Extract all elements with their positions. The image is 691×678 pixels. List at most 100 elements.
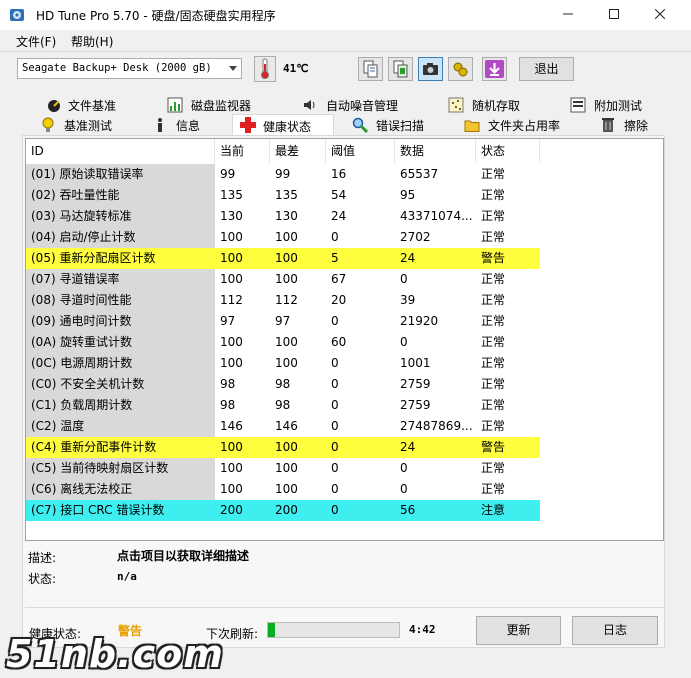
cell-status: 正常 xyxy=(481,230,506,244)
cell-current: 135 xyxy=(220,188,243,202)
table-row[interactable]: (C1) 负载周期计数 98 98 0 2759 正常 xyxy=(26,395,540,416)
cell-data: 39 xyxy=(400,293,416,307)
exit-button[interactable]: 退出 xyxy=(519,57,574,81)
cell-data: 0 xyxy=(400,461,408,475)
tab-extra-tests[interactable]: 附加测试 xyxy=(570,95,660,115)
column-header-id[interactable]: ID xyxy=(26,139,215,163)
options-button[interactable] xyxy=(448,57,473,81)
tab-random-access[interactable]: 随机存取 xyxy=(448,95,548,115)
tab-health[interactable]: 健康状态 xyxy=(232,114,334,136)
close-button[interactable] xyxy=(637,0,683,30)
menu-help[interactable]: 帮助(H) xyxy=(71,33,113,50)
cell-status: 正常 xyxy=(481,377,506,391)
cell-threshold: 67 xyxy=(331,272,347,286)
cell-worst: 100 xyxy=(275,482,298,496)
cell-threshold: 0 xyxy=(331,356,339,370)
copy-screen-button[interactable] xyxy=(388,57,413,81)
drive-select[interactable]: Seagate Backup+ Desk (2000 gB) xyxy=(17,58,242,79)
title-bar: HD Tune Pro 5.70 - 硬盘/固态硬盘实用程序 xyxy=(0,0,691,30)
table-row[interactable]: (07) 寻道错误率 100 100 67 0 正常 xyxy=(26,269,540,290)
tab-folder-usage[interactable]: 文件夹占用率 xyxy=(464,115,584,135)
table-header: ID 当前 最差 阈值 数据 状态 xyxy=(26,139,663,163)
cell-worst: 100 xyxy=(275,461,298,475)
cell-current: 98 xyxy=(220,377,236,391)
magnifier-icon xyxy=(352,117,368,133)
thermometer-icon xyxy=(254,56,276,82)
table-row[interactable]: (08) 寻道时间性能 112 112 20 39 正常 xyxy=(26,290,540,311)
minimize-button[interactable] xyxy=(545,0,591,30)
drive-select-value: Seagate Backup+ Desk (2000 gB) xyxy=(22,62,212,74)
cell-data: 65537 xyxy=(400,167,439,181)
cell-threshold: 16 xyxy=(331,167,347,181)
menu-bar: 文件(F) 帮助(H) xyxy=(0,30,691,50)
cell-worst: 135 xyxy=(275,188,298,202)
cell-worst: 146 xyxy=(275,419,298,433)
copy-info-button[interactable] xyxy=(358,57,383,81)
table-row[interactable]: (0C) 电源周期计数 100 100 0 1001 正常 xyxy=(26,353,540,374)
tab-disk-monitor[interactable]: 磁盘监视器 xyxy=(167,95,287,115)
table-row[interactable]: (C2) 温度 146 146 0 27487869... 正常 xyxy=(26,416,540,437)
smart-attributes-table[interactable]: ID 当前 最差 阈值 数据 状态 (01) 原始读取错误率 99 99 16 6553… xyxy=(25,138,664,541)
cell-status: 正常 xyxy=(481,356,506,370)
cell-data: 95 xyxy=(400,188,416,202)
tab-file-benchmark[interactable]: 文件基准 xyxy=(46,95,156,115)
table-row[interactable]: (04) 启动/停止计数 100 100 0 2702 正常 xyxy=(26,227,540,248)
table-row[interactable]: (C7) 接口 CRC 错误计数 200 200 0 56 注意 xyxy=(26,500,540,521)
cell-status: 正常 xyxy=(481,398,506,412)
tab-error-scan[interactable]: 错误扫描 xyxy=(352,115,452,135)
column-header-status[interactable]: 状态 xyxy=(476,139,540,163)
extra-tests-icon xyxy=(570,97,586,113)
table-row[interactable]: (0A) 旋转重试计数 100 100 60 0 正常 xyxy=(26,332,540,353)
column-header-worst[interactable]: 最差 xyxy=(270,139,326,163)
screenshot-button[interactable] xyxy=(418,57,443,81)
cell-data: 56 xyxy=(400,503,416,517)
tab-info[interactable]: 信息 xyxy=(152,115,222,135)
tab-noise-management[interactable]: 自动噪音管理 xyxy=(302,95,422,115)
copy-info-icon xyxy=(363,60,378,78)
cell-current: 100 xyxy=(220,272,243,286)
table-row[interactable]: (C5) 当前待映射扇区计数 100 100 0 0 正常 xyxy=(26,458,540,479)
cell-status: 正常 xyxy=(481,314,506,328)
column-header-threshold[interactable]: 阈值 xyxy=(326,139,395,163)
tab-erase[interactable]: 擦除 xyxy=(600,115,660,135)
refresh-progress-fill xyxy=(268,623,275,637)
table-row[interactable]: (01) 原始读取错误率 99 99 16 65537 正常 xyxy=(26,164,540,185)
table-row[interactable]: (05) 重新分配扇区计数 100 100 5 24 警告 xyxy=(26,248,540,269)
log-button[interactable]: 日志 xyxy=(572,616,658,645)
cell-threshold: 0 xyxy=(331,230,339,244)
copy-screen-icon xyxy=(393,60,408,78)
cell-id: (01) 原始读取错误率 xyxy=(26,164,215,185)
cell-id: (C4) 重新分配事件计数 xyxy=(26,437,215,458)
table-row[interactable]: (09) 通电时间计数 97 97 0 21920 正常 xyxy=(26,311,540,332)
cell-threshold: 0 xyxy=(331,377,339,391)
download-icon xyxy=(485,60,504,78)
maximize-button[interactable] xyxy=(591,0,637,30)
cell-current: 100 xyxy=(220,440,243,454)
column-header-current[interactable]: 当前 xyxy=(215,139,270,163)
info-icon xyxy=(158,118,162,132)
minimize-icon xyxy=(563,13,573,15)
cell-status: 注意 xyxy=(481,503,506,517)
cell-worst: 130 xyxy=(275,209,298,223)
table-row[interactable]: (C4) 重新分配事件计数 100 100 0 24 警告 xyxy=(26,437,540,458)
table-row[interactable]: (C0) 不安全关机计数 98 98 0 2759 正常 xyxy=(26,374,540,395)
menu-file[interactable]: 文件(F) xyxy=(16,33,56,50)
cell-threshold: 60 xyxy=(331,335,347,349)
table-row[interactable]: (02) 吞吐量性能 135 135 54 95 正常 xyxy=(26,185,540,206)
refresh-button[interactable]: 更新 xyxy=(476,616,561,645)
cell-id: (C0) 不安全关机计数 xyxy=(26,374,215,395)
cell-current: 146 xyxy=(220,419,243,433)
cell-id: (02) 吞吐量性能 xyxy=(26,185,215,206)
speaker-icon xyxy=(304,100,315,110)
cell-data: 2759 xyxy=(400,377,431,391)
cell-data: 24 xyxy=(400,251,416,265)
table-row[interactable]: (C6) 离线无法校正 100 100 0 0 正常 xyxy=(26,479,540,500)
cell-status: 正常 xyxy=(481,209,506,223)
download-button[interactable] xyxy=(482,57,507,81)
tab-benchmark[interactable]: 基准测试 xyxy=(40,115,140,135)
column-header-data[interactable]: 数据 xyxy=(395,139,476,163)
table-row[interactable]: (03) 马达旋转标准 130 130 24 43371074... 正常 xyxy=(26,206,540,227)
cell-status: 正常 xyxy=(481,461,506,475)
cell-id: (C1) 负载周期计数 xyxy=(26,395,215,416)
cell-data: 27487869... xyxy=(400,419,473,433)
